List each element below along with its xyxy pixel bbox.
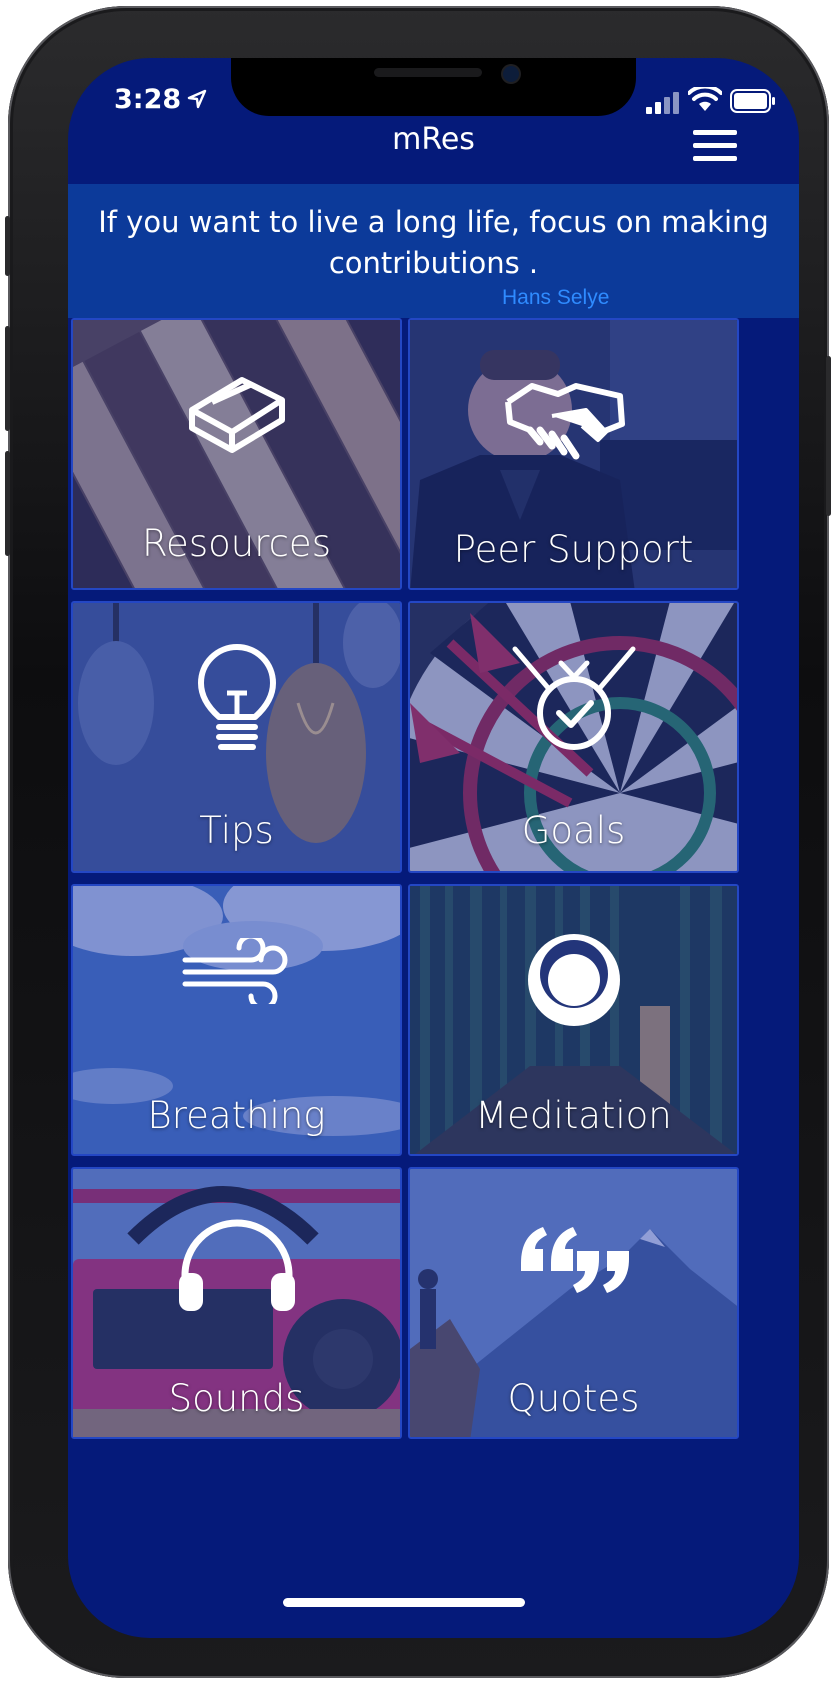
quote-text: If you want to live a long life, focus o… [98,205,769,280]
headphones-icon [178,1219,295,1311]
app-header: mRes [68,118,799,182]
tile-tips[interactable]: Tips [71,601,402,873]
tile-peer-support[interactable]: Peer Support [408,318,739,590]
tile-label: Meditation [475,1094,672,1137]
volume-down-button [5,451,10,556]
status-time: 3:28 [114,84,182,115]
tile-quotes[interactable]: Quotes [408,1167,739,1439]
tile-label: Sounds [168,1377,305,1420]
book-icon [188,377,285,453]
home-indicator[interactable] [283,1598,525,1607]
tile-label: Peer Support [453,528,694,571]
goal-target-icon [512,646,635,750]
hamburger-menu-icon[interactable] [693,130,737,166]
tile-goals[interactable]: Goals [408,601,739,873]
volume-up-button [5,326,10,431]
quote-author-link[interactable]: Hans Selye [502,286,609,310]
speaker-grille [374,68,482,77]
wifi-icon [688,87,722,111]
tile-sounds[interactable]: Sounds [71,1167,402,1439]
tile-label: Breathing [147,1094,326,1137]
tile-meditation[interactable]: Meditation [408,884,739,1156]
front-camera [503,66,519,82]
app-title: mRes [392,122,475,157]
power-button [826,356,831,516]
lightbulb-icon [197,644,276,750]
quote-marks-icon [520,1227,629,1293]
tile-label: Resources [142,522,331,565]
phone-frame: 3:28 mRes If you want to live a long lif… [5,6,831,1678]
tile-resources[interactable]: Resources [71,318,402,590]
meditation-icon [527,934,620,1026]
handshake-icon [504,383,625,460]
wind-icon [182,938,287,1004]
tile-label: Goals [521,809,626,852]
tile-breathing[interactable]: Breathing [71,884,402,1156]
notch [231,58,636,116]
location-arrow-icon [187,89,207,109]
mute-switch [5,216,10,276]
app-screen: 3:28 mRes If you want to live a long lif… [68,58,799,1638]
tile-label: Quotes [507,1377,640,1420]
battery-icon [730,89,775,113]
quote-banner[interactable]: If you want to live a long life, focus o… [68,184,799,318]
tile-label: Tips [199,809,274,852]
cellular-signal-icon [646,92,679,114]
